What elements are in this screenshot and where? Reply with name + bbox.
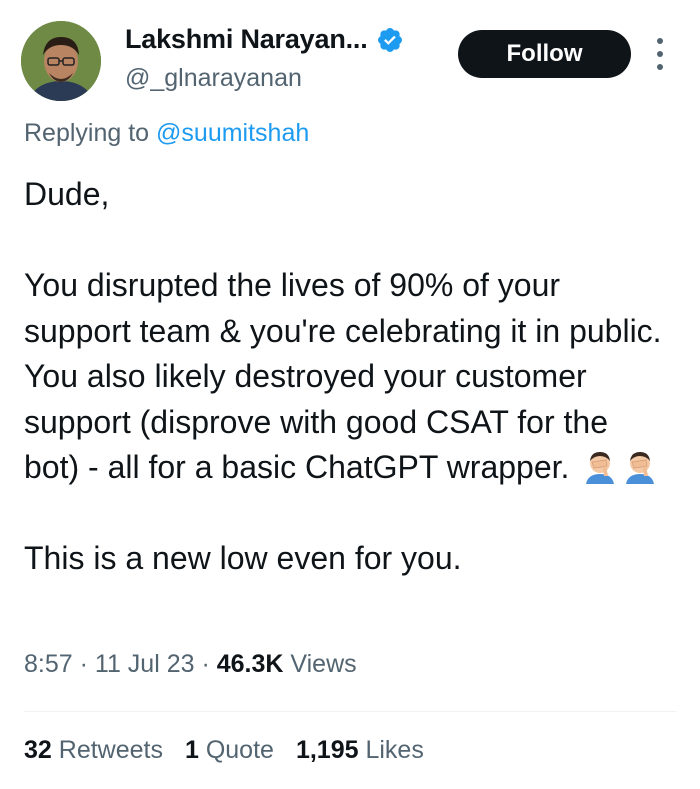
more-dot (657, 64, 663, 70)
tweet-closing-line: This is a new low even for you. (24, 540, 462, 576)
likes-stat[interactable]: 1,195 Likes (296, 736, 424, 765)
follow-button[interactable]: Follow (458, 30, 631, 78)
tweet-body: Dude, You disrupted the lives of 90% of … (24, 172, 664, 582)
face-palm-icon (586, 452, 615, 484)
views-label[interactable]: Views (283, 650, 356, 678)
meta-separator: · (194, 650, 217, 678)
quotes-label: Quote (198, 736, 274, 764)
meta-separator: · (72, 650, 95, 678)
retweets-count: 32 (24, 736, 52, 764)
more-vertical-icon[interactable] (650, 36, 670, 72)
likes-count: 1,195 (295, 736, 359, 764)
likes-label: Likes (358, 736, 424, 764)
tweet-time[interactable]: 8:57 (24, 650, 73, 678)
replying-to: Replying to @suumitshah (24, 119, 309, 148)
tweet-date[interactable]: 11 Jul 23 (95, 650, 195, 678)
face-palm-icon (626, 452, 655, 484)
more-dot (657, 38, 663, 44)
reply-mention-link[interactable]: @suumitshah (156, 119, 309, 147)
quotes-count: 1 (184, 736, 199, 764)
engagement-stats: 32 Retweets 1 Quote 1,195 Likes (24, 736, 424, 765)
verified-badge-icon (377, 27, 402, 52)
more-dot (657, 51, 663, 57)
views-count[interactable]: 46.3K (217, 650, 284, 678)
retweets-label: Retweets (51, 736, 163, 764)
retweets-stat[interactable]: 32 Retweets (24, 736, 163, 765)
avatar-photo (21, 21, 101, 101)
avatar[interactable] (21, 21, 101, 101)
replying-prefix: Replying to (24, 119, 157, 147)
author-name-row[interactable]: Lakshmi Narayan... (125, 24, 404, 55)
divider (24, 711, 676, 712)
tweet-text: Dude, You disrupted the lives of 90% of … (24, 176, 662, 485)
author-display-name[interactable]: Lakshmi Narayan... (125, 24, 368, 55)
author-handle[interactable]: @_glnarayanan (125, 64, 302, 93)
quotes-stat[interactable]: 1 Quote (185, 736, 274, 765)
tweet-meta: 8:57 · 11 Jul 23 · 46.3K Views (24, 650, 357, 679)
